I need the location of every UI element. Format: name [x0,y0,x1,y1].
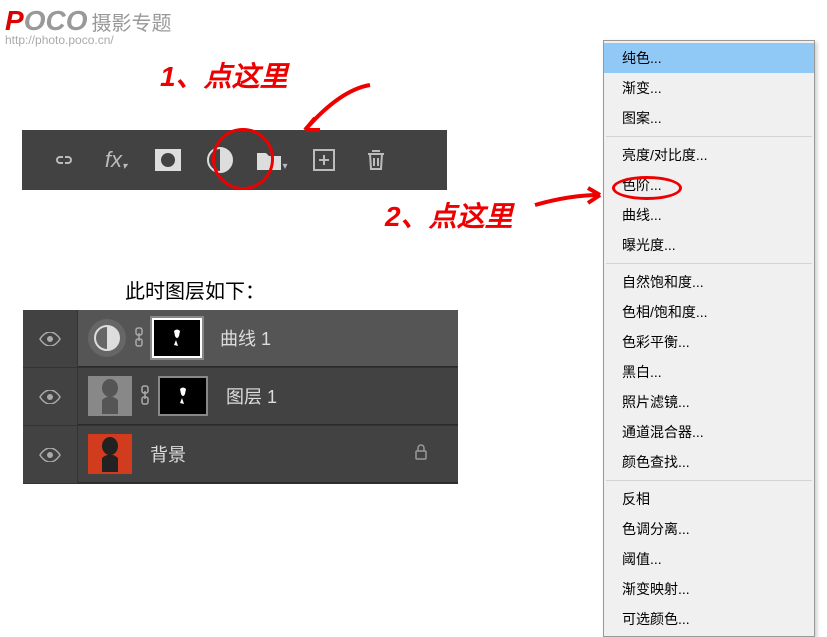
delete-icon[interactable] [354,138,398,182]
menu-separator [606,263,812,264]
menu-item[interactable]: 纯色... [604,43,814,73]
watermark: POCO摄影专题 http://photo.poco.cn/ [5,5,171,47]
logo-red: P [5,5,24,36]
menu-item[interactable]: 自然饱和度... [604,267,814,297]
menu-item[interactable]: 阈值... [604,544,814,574]
menu-item[interactable]: 渐变映射... [604,574,814,604]
visibility-icon[interactable] [23,310,78,367]
menu-item[interactable]: 通道混合器... [604,417,814,447]
annotation-circle-1 [212,128,274,190]
mask-icon[interactable] [146,138,190,182]
annotation-text-2: 2、点这里 [385,195,513,235]
menu-item[interactable]: 反相 [604,484,814,514]
layers-panel: 曲线 1 图层 1 背景 [23,310,458,484]
menu-separator [606,480,812,481]
annotation-circle-2 [612,176,682,200]
menu-item[interactable]: 色调分离... [604,514,814,544]
logo-gray: OCO [24,5,88,36]
layer-name[interactable]: 背景 [150,441,406,467]
layers-caption: 此时图层如下： [125,275,265,304]
menu-item[interactable]: 图案... [604,103,814,133]
layer-thumb[interactable] [88,376,132,416]
annotation-arrow-1 [290,80,380,140]
fx-icon[interactable]: fx▾ [94,138,138,182]
visibility-icon[interactable] [23,426,78,483]
menu-item[interactable]: 曲线... [604,200,814,230]
annotation-arrow-2 [530,185,605,215]
new-layer-icon[interactable] [302,138,346,182]
menu-item[interactable]: 颜色查找... [604,447,814,477]
layer-mask-thumb[interactable] [152,318,202,358]
logo-cn: 摄影专题 [91,13,171,35]
menu-item[interactable]: 渐变... [604,73,814,103]
layer-link-icon[interactable] [140,385,150,408]
menu-item[interactable]: 曝光度... [604,230,814,260]
menu-item[interactable]: 照片滤镜... [604,387,814,417]
layer-row-background[interactable]: 背景 [23,426,458,484]
menu-item[interactable]: 色相/饱和度... [604,297,814,327]
menu-item[interactable]: 亮度/对比度... [604,140,814,170]
layer-link-icon[interactable] [134,327,144,350]
visibility-icon[interactable] [23,368,78,425]
layer-mask-thumb[interactable] [158,376,208,416]
menu-separator [606,136,812,137]
menu-item[interactable]: 色彩平衡... [604,327,814,357]
layer-name[interactable]: 图层 1 [226,383,458,409]
menu-item[interactable]: 黑白... [604,357,814,387]
layer-row-curves[interactable]: 曲线 1 [23,310,458,368]
layer-name[interactable]: 曲线 1 [220,325,458,351]
annotation-text-1: 1、点这里 [160,55,288,95]
adjustment-layer-menu: 纯色...渐变...图案...亮度/对比度...色阶...曲线...曝光度...… [603,40,815,637]
lock-icon[interactable] [414,444,428,465]
layer-thumb[interactable] [88,434,132,474]
menu-item[interactable]: 可选颜色... [604,604,814,634]
layer-row-1[interactable]: 图层 1 [23,368,458,426]
curves-adjustment-icon [88,319,126,357]
link-icon[interactable] [42,138,86,182]
